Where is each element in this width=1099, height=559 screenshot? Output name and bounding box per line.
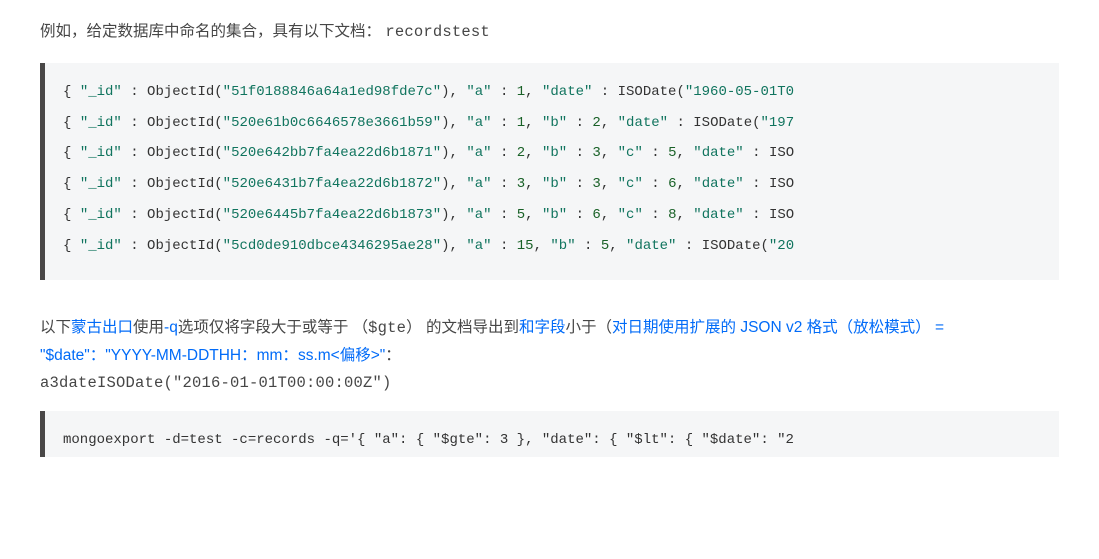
- inline-code-gte: $gte: [368, 319, 406, 337]
- code-line: { "_id" : ObjectId("520e642bb7fa4ea22d6b…: [63, 138, 1059, 169]
- page: 例如，给定数据库中命名的集合，具有以下文档： recordstest { "_i…: [0, 0, 1099, 467]
- text-seg: 以下: [40, 319, 71, 336]
- code-line: mongoexport -d=test -c=records -q='{ "a"…: [63, 429, 1059, 451]
- code-line: { "_id" : ObjectId("520e61b0c6646578e366…: [63, 108, 1059, 139]
- intro-paragraph: 例如，给定数据库中命名的集合，具有以下文档： recordstest: [40, 20, 1059, 45]
- explain-paragraph: 以下蒙古出口使用-q选项仅将字段大于或等于 （$gte） 的文档导出到和字段小于…: [40, 314, 1059, 397]
- link-and-field[interactable]: 和字段: [519, 319, 566, 336]
- text-seg: 小于（: [566, 319, 613, 336]
- link-mongoexport[interactable]: 蒙古出口: [71, 319, 133, 336]
- intro-text: 例如，给定数据库中命名的集合，具有以下文档：: [40, 23, 381, 40]
- code-line: { "_id" : ObjectId("5cd0de910dbce4346295…: [63, 231, 1059, 262]
- text-seg: ） 的文档导出到: [406, 319, 519, 336]
- link-q-option[interactable]: -q: [164, 319, 178, 336]
- code-block-command: mongoexport -d=test -c=records -q='{ "a"…: [40, 411, 1059, 457]
- text-seg: ：: [385, 347, 401, 364]
- code-line: { "_id" : ObjectId("520e6431b7fa4ea22d6b…: [63, 169, 1059, 200]
- inline-code-tail: a3dateISODate("2016-01-01T00:00:00Z"): [40, 374, 392, 392]
- code-line: { "_id" : ObjectId("51f0188846a64a1ed98f…: [63, 77, 1059, 108]
- code-block-documents: { "_id" : ObjectId("51f0188846a64a1ed98f…: [40, 63, 1059, 280]
- code-line: { "_id" : ObjectId("520e6445b7fa4ea22d6b…: [63, 200, 1059, 231]
- text-seg: 使用: [133, 319, 164, 336]
- text-seg: 选项仅将字段大于或等于 （: [178, 319, 368, 336]
- intro-inline-code: recordstest: [385, 23, 490, 41]
